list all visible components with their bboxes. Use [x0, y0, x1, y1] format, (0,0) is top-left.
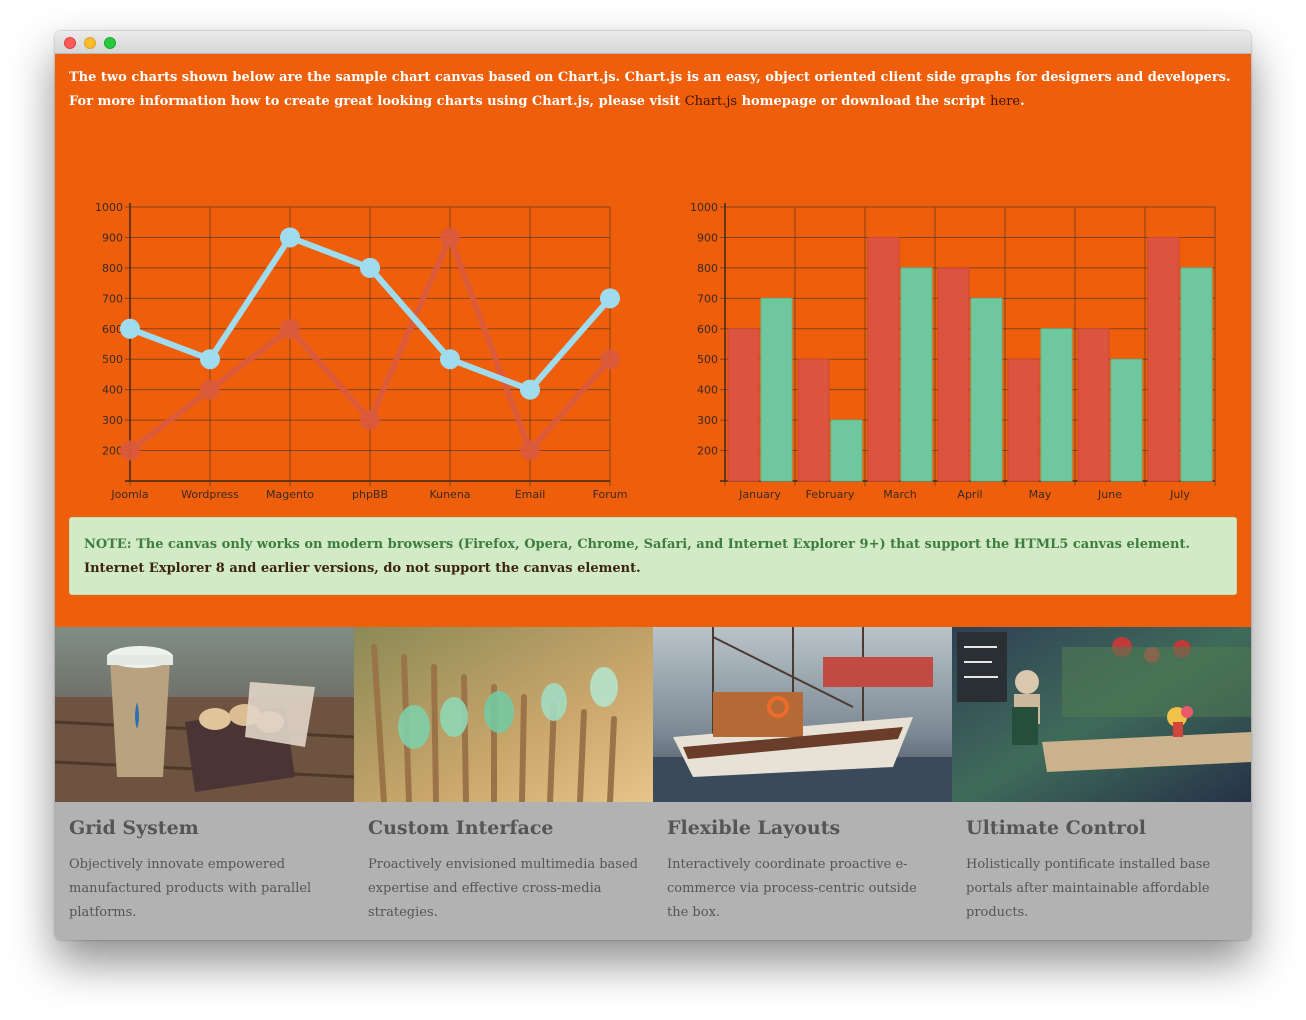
- line-point-series-1: [200, 379, 220, 400]
- line-chart-canvas: 200 300 400 500 600 700 800 900 1000 Joomla Wordpr…: [95, 201, 628, 501]
- bar-series-2: [1040, 328, 1073, 482]
- x-tick-label: Kunena: [429, 488, 470, 501]
- x-tick-label: July: [1169, 488, 1190, 501]
- y-tick-label: 900: [102, 231, 123, 244]
- bar-series-2: [1110, 358, 1143, 482]
- line-point-series-2: [520, 379, 540, 400]
- y-tick-label: 800: [102, 262, 123, 275]
- y-tick-label: 700: [102, 292, 123, 305]
- bar-series-1: [727, 328, 760, 482]
- x-tick-label: Forum: [593, 488, 628, 501]
- y-tick-label: 500: [102, 353, 123, 366]
- x-tick-label: phpBB: [352, 488, 388, 501]
- x-tick-label: March: [883, 488, 917, 501]
- line-point-series-1: [360, 410, 380, 431]
- charts-section: The two charts shown below are the sampl…: [55, 54, 1251, 627]
- maximize-window-button[interactable]: [104, 37, 116, 49]
- y-tick-label: 400: [102, 384, 123, 397]
- x-tick-label: April: [957, 488, 982, 501]
- feature-description: Objectively innovate empowered manufactu…: [69, 857, 312, 920]
- y-tick-label: 300: [102, 414, 123, 427]
- feature-title: Grid System: [69, 817, 199, 839]
- browser-window: The two charts shown below are the sampl…: [55, 31, 1251, 940]
- feature-card-grid-system: Grid System Objectively innovate empower…: [55, 627, 354, 940]
- intro-text-before: The two charts shown below are the sampl…: [69, 70, 1231, 109]
- x-tick-label: February: [806, 488, 855, 501]
- y-tick-label: 600: [102, 323, 123, 336]
- y-tick-label: 1000: [690, 201, 718, 214]
- bar-series-2: [1180, 267, 1213, 482]
- bar-series-1: [867, 236, 900, 482]
- line-point-series-2: [600, 288, 620, 309]
- intro-paragraph: The two charts shown below are the sampl…: [69, 66, 1239, 114]
- x-tick-label: June: [1097, 488, 1122, 501]
- y-tick-label: 500: [697, 353, 718, 366]
- line-point-series-1: [280, 318, 300, 339]
- line-point-series-1: [520, 440, 540, 461]
- features-section: Grid System Objectively innovate empower…: [55, 627, 1251, 940]
- note-dark-text: Internet Explorer 8 and earlier versions…: [84, 561, 641, 576]
- close-window-button[interactable]: [64, 37, 76, 49]
- bar-series-1: [937, 267, 970, 482]
- line-point-series-2: [200, 349, 220, 370]
- intro-text-middle: homepage or download the script: [737, 94, 991, 109]
- feature-description: Interactively coordinate proactive e-com…: [667, 857, 917, 920]
- line-point-series-1: [440, 227, 460, 248]
- download-here-link[interactable]: here: [990, 94, 1020, 109]
- bar-series-2: [900, 267, 933, 482]
- bar-series-1: [1077, 328, 1110, 482]
- sailboat-harbor-image: [653, 627, 952, 802]
- y-tick-label: 1000: [95, 201, 123, 214]
- feature-title: Flexible Layouts: [667, 817, 841, 839]
- y-tick-label: 700: [697, 292, 718, 305]
- browser-support-note: NOTE: The canvas only works on modern br…: [69, 517, 1237, 595]
- intro-text-after: .: [1020, 94, 1025, 109]
- bar-chart-canvas: 200 300 400 500 600 700 800 900 1000 January Febru…: [690, 201, 1216, 501]
- y-tick-label: 300: [697, 414, 718, 427]
- feature-description: Proactively envisioned multimedia based …: [368, 857, 638, 920]
- cafe-terrace-image: [952, 627, 1251, 802]
- line-point-series-2: [440, 349, 460, 370]
- line-point-series-1: [120, 440, 140, 461]
- feature-title: Custom Interface: [368, 817, 554, 839]
- bar-series-2: [760, 297, 793, 482]
- line-chart: 200 300 400 500 600 700 800 900 1000 Joomla Wordpr…: [85, 184, 655, 514]
- y-tick-label: 800: [697, 262, 718, 275]
- x-tick-label: January: [738, 488, 781, 501]
- line-point-series-2: [360, 257, 380, 278]
- y-tick-label: 900: [697, 231, 718, 244]
- x-tick-label: Joomla: [110, 488, 148, 501]
- x-tick-label: May: [1029, 488, 1052, 501]
- line-point-series-2: [280, 227, 300, 248]
- note-green-text: NOTE: The canvas only works on modern br…: [84, 537, 1190, 552]
- feature-card-custom-interface: Custom Interface Proactively envisioned …: [354, 627, 653, 940]
- chartjs-link[interactable]: Chart.js: [685, 94, 737, 109]
- feature-card-ultimate-control: Ultimate Control Holistically pontificat…: [952, 627, 1251, 940]
- y-tick-label: 400: [697, 384, 718, 397]
- feature-title: Ultimate Control: [966, 817, 1146, 839]
- line-point-series-1: [600, 349, 620, 370]
- bar-series-2: [830, 419, 863, 482]
- bar-series-2: [970, 297, 1003, 482]
- x-tick-label: Wordpress: [181, 488, 239, 501]
- y-tick-label: 200: [697, 445, 718, 458]
- window-titlebar: [55, 31, 1251, 54]
- glass-bottles-fence-image: [354, 627, 653, 802]
- bar-chart: 200 300 400 500 600 700 800 900 1000 January Febru…: [680, 184, 1230, 514]
- bar-series-1: [797, 358, 830, 482]
- minimize-window-button[interactable]: [84, 37, 96, 49]
- bar-series-1: [1007, 358, 1040, 482]
- y-tick-label: 200: [102, 445, 123, 458]
- line-point-series-2: [120, 318, 140, 339]
- x-tick-label: Email: [515, 488, 546, 501]
- coffee-cup-image: [55, 627, 354, 802]
- bar-series-1: [1147, 236, 1180, 482]
- x-tick-label: Magento: [266, 488, 314, 501]
- y-tick-label: 600: [697, 323, 718, 336]
- feature-card-flexible-layouts: Flexible Layouts Interactively coordinat…: [653, 627, 952, 940]
- feature-description: Holistically pontificate installed base …: [966, 857, 1211, 920]
